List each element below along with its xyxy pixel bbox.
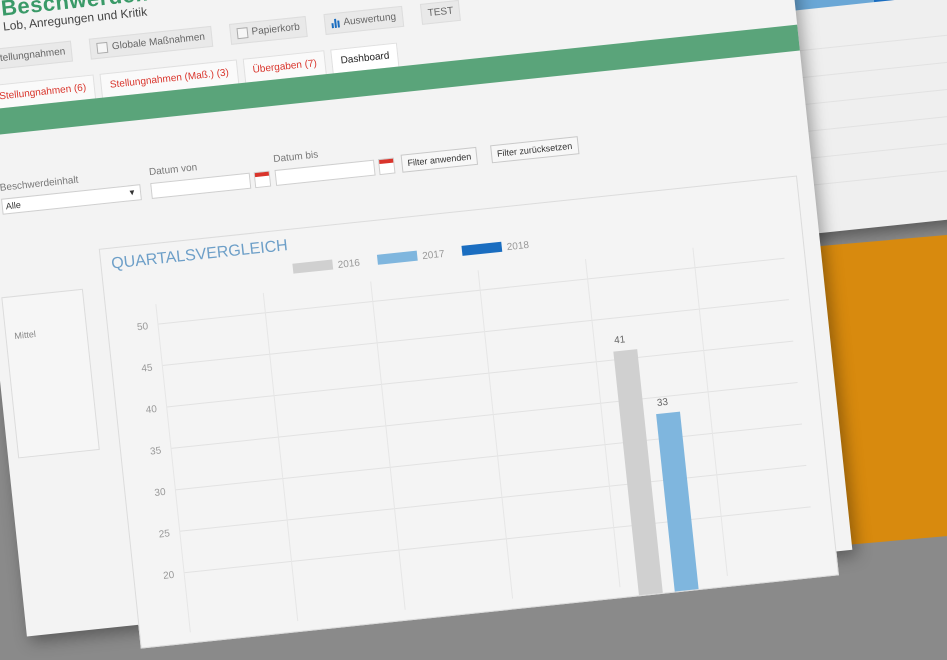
legend-swatch [376,250,418,265]
y-tick-label: 45 [141,363,154,375]
grid-line [157,257,785,325]
grid-line-vertical [370,281,406,610]
menu-item-auswertung[interactable]: Auswertung [323,5,405,35]
legend-label: 2016 [337,258,361,271]
reset-filter-button[interactable]: Filter zurücksetzen [490,136,580,164]
date-from-label: Datum von [148,162,198,179]
menu-item-papierkorb[interactable]: Papierkorb [228,15,308,45]
y-tick-label: 35 [150,445,163,457]
legend-swatch [292,259,334,274]
chart-title: QUARTALSVERGLEICH [111,237,289,272]
grid-line [170,382,798,449]
menu-label: Globale Maßnahmen [111,31,206,52]
summary-label: Mittel [13,328,37,342]
apply-filter-button[interactable]: Filter anwenden [400,146,479,173]
category-value: Alle [5,199,22,212]
legend-label: 2017 [422,249,446,262]
doc-icon [96,41,109,54]
bar [656,411,700,602]
data-label: 41 [614,334,627,346]
legend-label: 2018 [506,240,530,253]
date-to-input[interactable] [274,159,376,186]
chart-panel: QUARTALSVERGLEICH 2016 2017 2018 50 45 40 35 30 2… [98,175,839,649]
grid-line [162,299,789,367]
menu-label: Papierkorb [251,21,301,38]
summary-panel: Mittel [1,288,100,459]
date-to-label: Datum bis [272,149,319,166]
bar-chart-icon [331,18,340,28]
grid-line-vertical [262,292,299,622]
grid-line-vertical [585,258,621,588]
calendar-icon[interactable] [253,170,272,189]
quarter-chart: QUARTALSVERGLEICH 2016 2017 2018 50 45 40 35 30 2… [111,237,811,633]
legend-swatch [461,241,503,256]
grid-line-vertical [155,304,191,633]
y-tick-label: 25 [158,528,171,540]
menu-item-stellungnahmen[interactable]: Stellungnahmen [0,40,74,71]
dropdown-caret-icon: ▼ [127,187,137,198]
bar [613,349,664,606]
grid-line [175,423,802,491]
menu-label: TEST [427,5,454,19]
data-label: 33 [656,397,669,409]
date-from-input[interactable] [150,172,252,200]
grid-line [184,506,811,574]
menu-item-test[interactable]: TEST [419,0,462,25]
menu-label: Stellungnahmen [0,45,66,65]
y-tick-label: 40 [145,404,158,416]
y-tick-label: 30 [154,487,167,499]
trash-icon [236,26,249,39]
progress-bar-dark: 3 [872,0,944,3]
grid-line [166,340,794,408]
app-window: Beschwerdemanagement Lob, Anregungen und… [0,0,853,649]
y-tick-label: 50 [137,321,150,333]
menu-label: Auswertung [342,11,397,28]
grid-line [179,464,807,532]
menu-item-globale-massnahmen[interactable]: Globale Maßnahmen [88,25,213,60]
calendar-icon[interactable] [377,157,396,176]
y-tick-label: 20 [163,570,176,582]
grid-line-vertical [477,270,514,599]
grid-line-vertical [692,247,728,576]
